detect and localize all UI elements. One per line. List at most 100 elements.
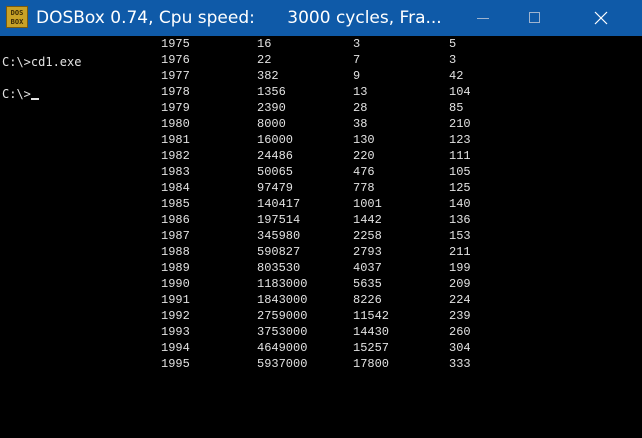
table-cell: 42 — [449, 69, 464, 83]
table-cell: 4649000 — [257, 341, 308, 355]
table-row: 1975 16 3 5 — [0, 36, 520, 52]
table-cell: 16000 — [257, 133, 294, 147]
table-row: 1990 1183000 5635 209 — [0, 276, 520, 292]
table-cell: 2258 — [353, 229, 382, 243]
table-cell: 7 — [353, 53, 361, 67]
table-cell: 130 — [353, 133, 375, 147]
table-row: 1984 97479 778 125 — [0, 180, 520, 196]
table-cell: 1985 — [161, 197, 190, 211]
table-cell: 24486 — [257, 149, 294, 163]
table-cell: 2390 — [257, 101, 286, 115]
table-cell: 8226 — [353, 293, 382, 307]
table-cell: 14430 — [353, 325, 390, 339]
table-cell: 1976 — [161, 53, 190, 67]
table-cell: 22 — [257, 53, 272, 67]
table-cell: 11542 — [353, 309, 390, 323]
maximize-button[interactable] — [514, 0, 560, 36]
table-cell: 5937000 — [257, 357, 308, 371]
table-cell: 3 — [353, 37, 361, 51]
table-cell: 1978 — [161, 85, 190, 99]
table-cell: 140417 — [257, 197, 301, 211]
table-cell: 1977 — [161, 69, 190, 83]
table-cell: 9 — [353, 69, 361, 83]
table-cell: 5635 — [353, 277, 382, 291]
table-cell: 209 — [449, 277, 471, 291]
dosbox-window: DOS BOX DOSBox 0.74, Cpu speed: 3000 cyc… — [0, 0, 642, 438]
table-cell: 50065 — [257, 165, 294, 179]
table-cell: 1183000 — [257, 277, 308, 291]
table-row: 1979 2390 28 85 — [0, 100, 520, 116]
table-row: 1981 16000 130 123 — [0, 132, 520, 148]
table-cell: 125 — [449, 181, 471, 195]
close-icon — [594, 11, 608, 25]
table-row: 1992 2759000 11542 239 — [0, 308, 520, 324]
table-cell: 304 — [449, 341, 471, 355]
table-cell: 1984 — [161, 181, 190, 195]
table-cell: 224 — [449, 293, 471, 307]
table-cell: 38 — [353, 117, 368, 131]
window-title: DOSBox 0.74, Cpu speed: 3000 cycles, Fra… — [36, 8, 442, 28]
table-cell: 97479 — [257, 181, 294, 195]
title-bar[interactable]: DOS BOX DOSBox 0.74, Cpu speed: 3000 cyc… — [0, 0, 642, 36]
table-cell: 1442 — [353, 213, 382, 227]
table-cell: 1983 — [161, 165, 190, 179]
table-cell: 1975 — [161, 37, 190, 51]
table-row: 1993 3753000 14430 260 — [0, 324, 520, 340]
table-cell: 1990 — [161, 277, 190, 291]
table-cell: 382 — [257, 69, 279, 83]
table-cell: 1982 — [161, 149, 190, 163]
table-row: 1995 5937000 17800 333 — [0, 356, 520, 372]
table-cell: 590827 — [257, 245, 301, 259]
table-cell: 1993 — [161, 325, 190, 339]
table-cell: 104 — [449, 85, 471, 99]
table-cell: 1979 — [161, 101, 190, 115]
table-cell: 111 — [449, 149, 471, 163]
table-cell: 803530 — [257, 261, 301, 275]
table-cell: 1994 — [161, 341, 190, 355]
table-cell: 5 — [449, 37, 457, 51]
table-cell: 333 — [449, 357, 471, 371]
table-cell: 1843000 — [257, 293, 308, 307]
table-row: 1985 140417 1001 140 — [0, 196, 520, 212]
table-cell: 211 — [449, 245, 471, 259]
table-cell: 778 — [353, 181, 375, 195]
table-cell: 17800 — [353, 357, 390, 371]
icon-text-bottom: BOX — [10, 18, 24, 26]
table-row: 1987 345980 2258 153 — [0, 228, 520, 244]
table-cell: 260 — [449, 325, 471, 339]
table-row: 1982 24486 220 111 — [0, 148, 520, 164]
dos-console[interactable]: C:\>cd1.exe C:\> 1975 16 3 5 1976 22 7 3 1977 382… — [0, 36, 642, 438]
table-cell: 1986 — [161, 213, 190, 227]
dosbox-icon[interactable]: DOS BOX — [6, 6, 28, 28]
maximize-icon — [529, 12, 540, 23]
table-cell: 15257 — [353, 341, 390, 355]
table-cell: 2793 — [353, 245, 382, 259]
table-cell: 123 — [449, 133, 471, 147]
table-cell: 1988 — [161, 245, 190, 259]
table-cell: 8000 — [257, 117, 286, 131]
table-cell: 345980 — [257, 229, 301, 243]
table-cell: 3 — [449, 53, 457, 67]
table-cell: 85 — [449, 101, 464, 115]
minimize-icon — [477, 18, 489, 19]
table-cell: 1980 — [161, 117, 190, 131]
table-cell: 3753000 — [257, 325, 308, 339]
table-cell: 1989 — [161, 261, 190, 275]
table-row: 1988 590827 2793 211 — [0, 244, 520, 260]
table-row: 1994 4649000 15257 304 — [0, 340, 520, 356]
table-row: 1978 1356 13 104 — [0, 84, 520, 100]
minimize-button[interactable] — [459, 0, 505, 36]
table-cell: 199 — [449, 261, 471, 275]
table-cell: 136 — [449, 213, 471, 227]
table-cell: 1991 — [161, 293, 190, 307]
table-cell: 220 — [353, 149, 375, 163]
table-row: 1980 8000 38 210 — [0, 116, 520, 132]
table-cell: 1981 — [161, 133, 190, 147]
table-cell: 1356 — [257, 85, 286, 99]
close-button[interactable] — [578, 0, 624, 36]
table-cell: 210 — [449, 117, 471, 131]
table-cell: 140 — [449, 197, 471, 211]
table-cell: 1987 — [161, 229, 190, 243]
table-cell: 197514 — [257, 213, 301, 227]
table-cell: 476 — [353, 165, 375, 179]
